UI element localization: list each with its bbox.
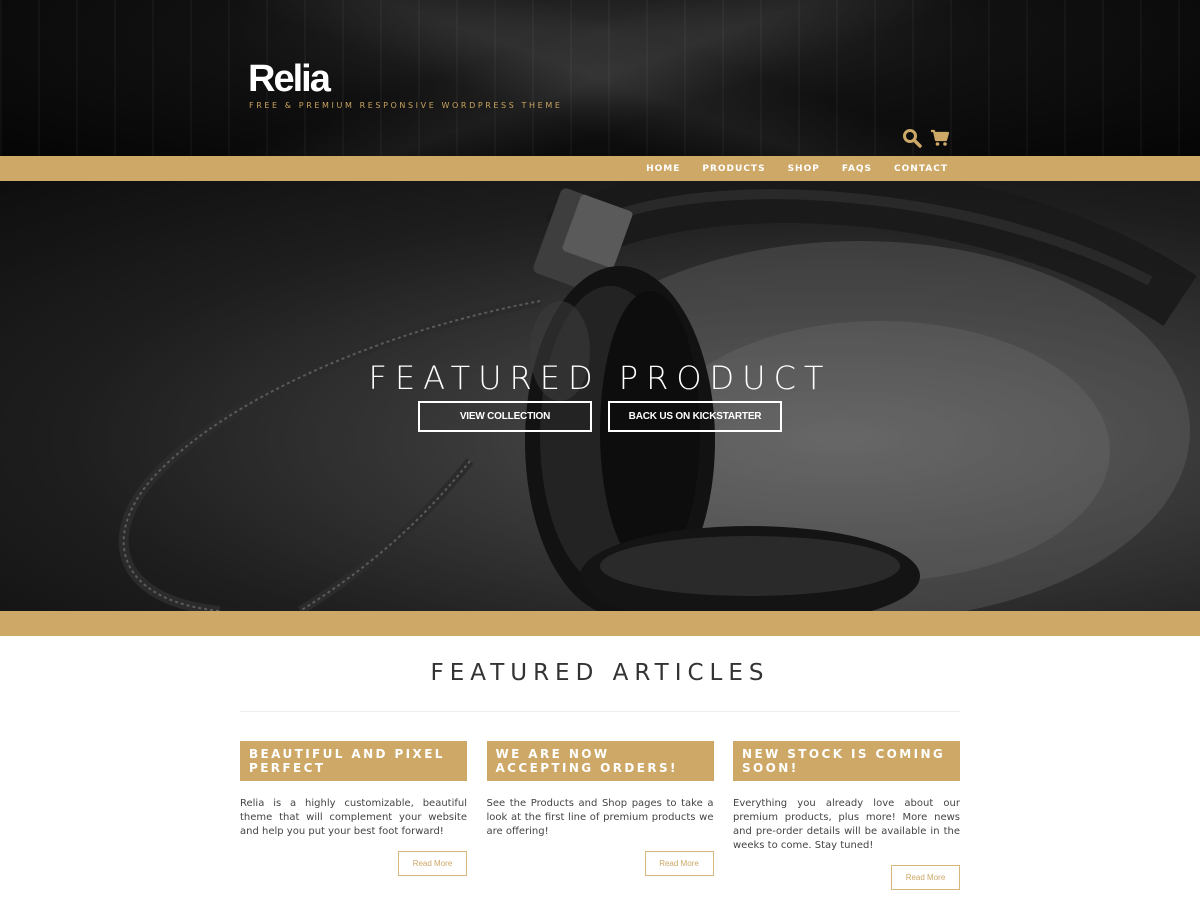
section-divider (240, 711, 960, 712)
article-title[interactable]: NEW STOCK IS COMING SOON! (733, 741, 960, 781)
read-more-button[interactable]: Read More (644, 851, 714, 876)
read-more-button[interactable]: Read More (398, 851, 467, 876)
search-icon[interactable] (902, 128, 922, 148)
article-title[interactable]: BEAUTIFUL AND PIXEL PERFECT (240, 741, 467, 781)
site-tagline: FREE & PREMIUM RESPONSIVE WORDPRESS THEM… (249, 101, 563, 110)
gold-divider-band (0, 611, 1200, 636)
article-excerpt: See the Products and Shop pages to take … (486, 798, 714, 837)
cart-icon[interactable] (930, 129, 950, 147)
header-icons (902, 128, 950, 148)
kickstarter-button[interactable]: BACK US ON KICKSTARTER (608, 401, 782, 432)
read-more-button[interactable]: Read More (891, 865, 960, 890)
hero-title: FEATURED PRODUCT (368, 359, 832, 397)
header-background (0, 0, 1200, 156)
main-navigation: HOME PRODUCTS SHOP FAQS CONTACT (646, 156, 948, 181)
nav-item-faqs[interactable]: FAQS (842, 164, 872, 174)
main-navigation-bar: HOME PRODUCTS SHOP FAQS CONTACT (0, 156, 1200, 181)
article-excerpt: Everything you already love about our pr… (733, 798, 960, 851)
nav-item-home[interactable]: HOME (646, 164, 680, 174)
featured-articles-heading: FEATURED ARTICLES (430, 660, 770, 686)
article-excerpt: Relia is a highly customizable, beautifu… (240, 798, 467, 837)
view-collection-button[interactable]: VIEW COLLECTION (418, 401, 592, 432)
hero-banner: FEATURED PRODUCT VIEW COLLECTION BACK US… (0, 181, 1200, 611)
site-header: Relia FREE & PREMIUM RESPONSIVE WORDPRES… (0, 0, 1200, 156)
article-card: WE ARE NOW ACCEPTING ORDERS! See the Pro… (486, 741, 714, 890)
article-card: NEW STOCK IS COMING SOON! Everything you… (733, 741, 960, 890)
site-logo[interactable]: Relia (248, 58, 331, 101)
nav-item-contact[interactable]: CONTACT (894, 164, 948, 174)
article-title[interactable]: WE ARE NOW ACCEPTING ORDERS! (486, 741, 714, 781)
nav-item-products[interactable]: PRODUCTS (702, 164, 765, 174)
featured-articles-list: BEAUTIFUL AND PIXEL PERFECT Relia is a h… (240, 741, 960, 890)
article-card: BEAUTIFUL AND PIXEL PERFECT Relia is a h… (240, 741, 467, 890)
hero-buttons: VIEW COLLECTION BACK US ON KICKSTARTER (0, 401, 1200, 432)
nav-item-shop[interactable]: SHOP (788, 164, 820, 174)
